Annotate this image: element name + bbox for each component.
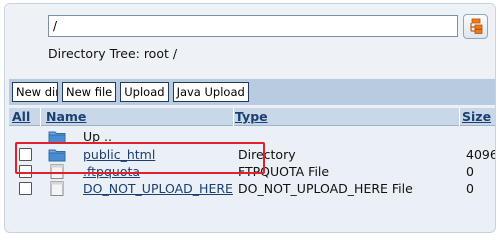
file-icon (50, 181, 64, 196)
file-size: 4096 (466, 147, 496, 162)
table-header: All Name Type Size (9, 108, 495, 126)
row-checkbox[interactable] (19, 148, 32, 161)
file-size: 0 (466, 164, 474, 179)
directory-tree-button[interactable] (463, 14, 488, 39)
toolbar: New dir New file Upload Java Upload (9, 79, 495, 105)
file-name-link[interactable]: .ftpquota (83, 164, 235, 179)
file-name-link[interactable]: DO_NOT_UPLOAD_HERE (83, 181, 235, 196)
java-upload-button[interactable]: Java Upload (172, 82, 249, 102)
file-type: Directory (238, 147, 296, 162)
type-column-header[interactable]: Type (235, 109, 268, 124)
file-name-link[interactable]: public_html (83, 147, 235, 162)
row-checkbox[interactable] (19, 182, 32, 195)
file-manager-panel: Directory Tree: root / New dir New file … (4, 3, 496, 233)
up-link[interactable]: Up .. (83, 129, 235, 144)
path-input[interactable] (48, 15, 458, 37)
file-icon (50, 164, 64, 179)
table-row: public_html Directory 4096 (9, 146, 496, 163)
up-row[interactable]: Up .. (9, 128, 495, 145)
column-divider (40, 108, 41, 126)
new-dir-button[interactable]: New dir (12, 82, 58, 102)
select-all-link[interactable]: All (12, 109, 30, 124)
row-checkbox[interactable] (19, 165, 32, 178)
name-column-header[interactable]: Name (46, 109, 86, 124)
file-type: FTPQUOTA File (238, 164, 330, 179)
size-column-header[interactable]: Size (462, 109, 491, 124)
file-size: 0 (466, 181, 474, 196)
folder-icon (48, 149, 66, 162)
table-row: .ftpquota FTPQUOTA File 0 (9, 163, 495, 180)
column-divider (459, 108, 460, 126)
folder-icon (48, 131, 66, 144)
column-divider (233, 108, 234, 126)
table-row: DO_NOT_UPLOAD_HERE DO_NOT_UPLOAD_HERE Fi… (9, 180, 495, 197)
new-file-button[interactable]: New file (62, 82, 117, 102)
directory-tree-icon (470, 18, 483, 34)
file-type: DO_NOT_UPLOAD_HERE File (238, 181, 413, 196)
upload-button[interactable]: Upload (120, 82, 169, 102)
directory-tree-caption: Directory Tree: root / (48, 46, 178, 61)
